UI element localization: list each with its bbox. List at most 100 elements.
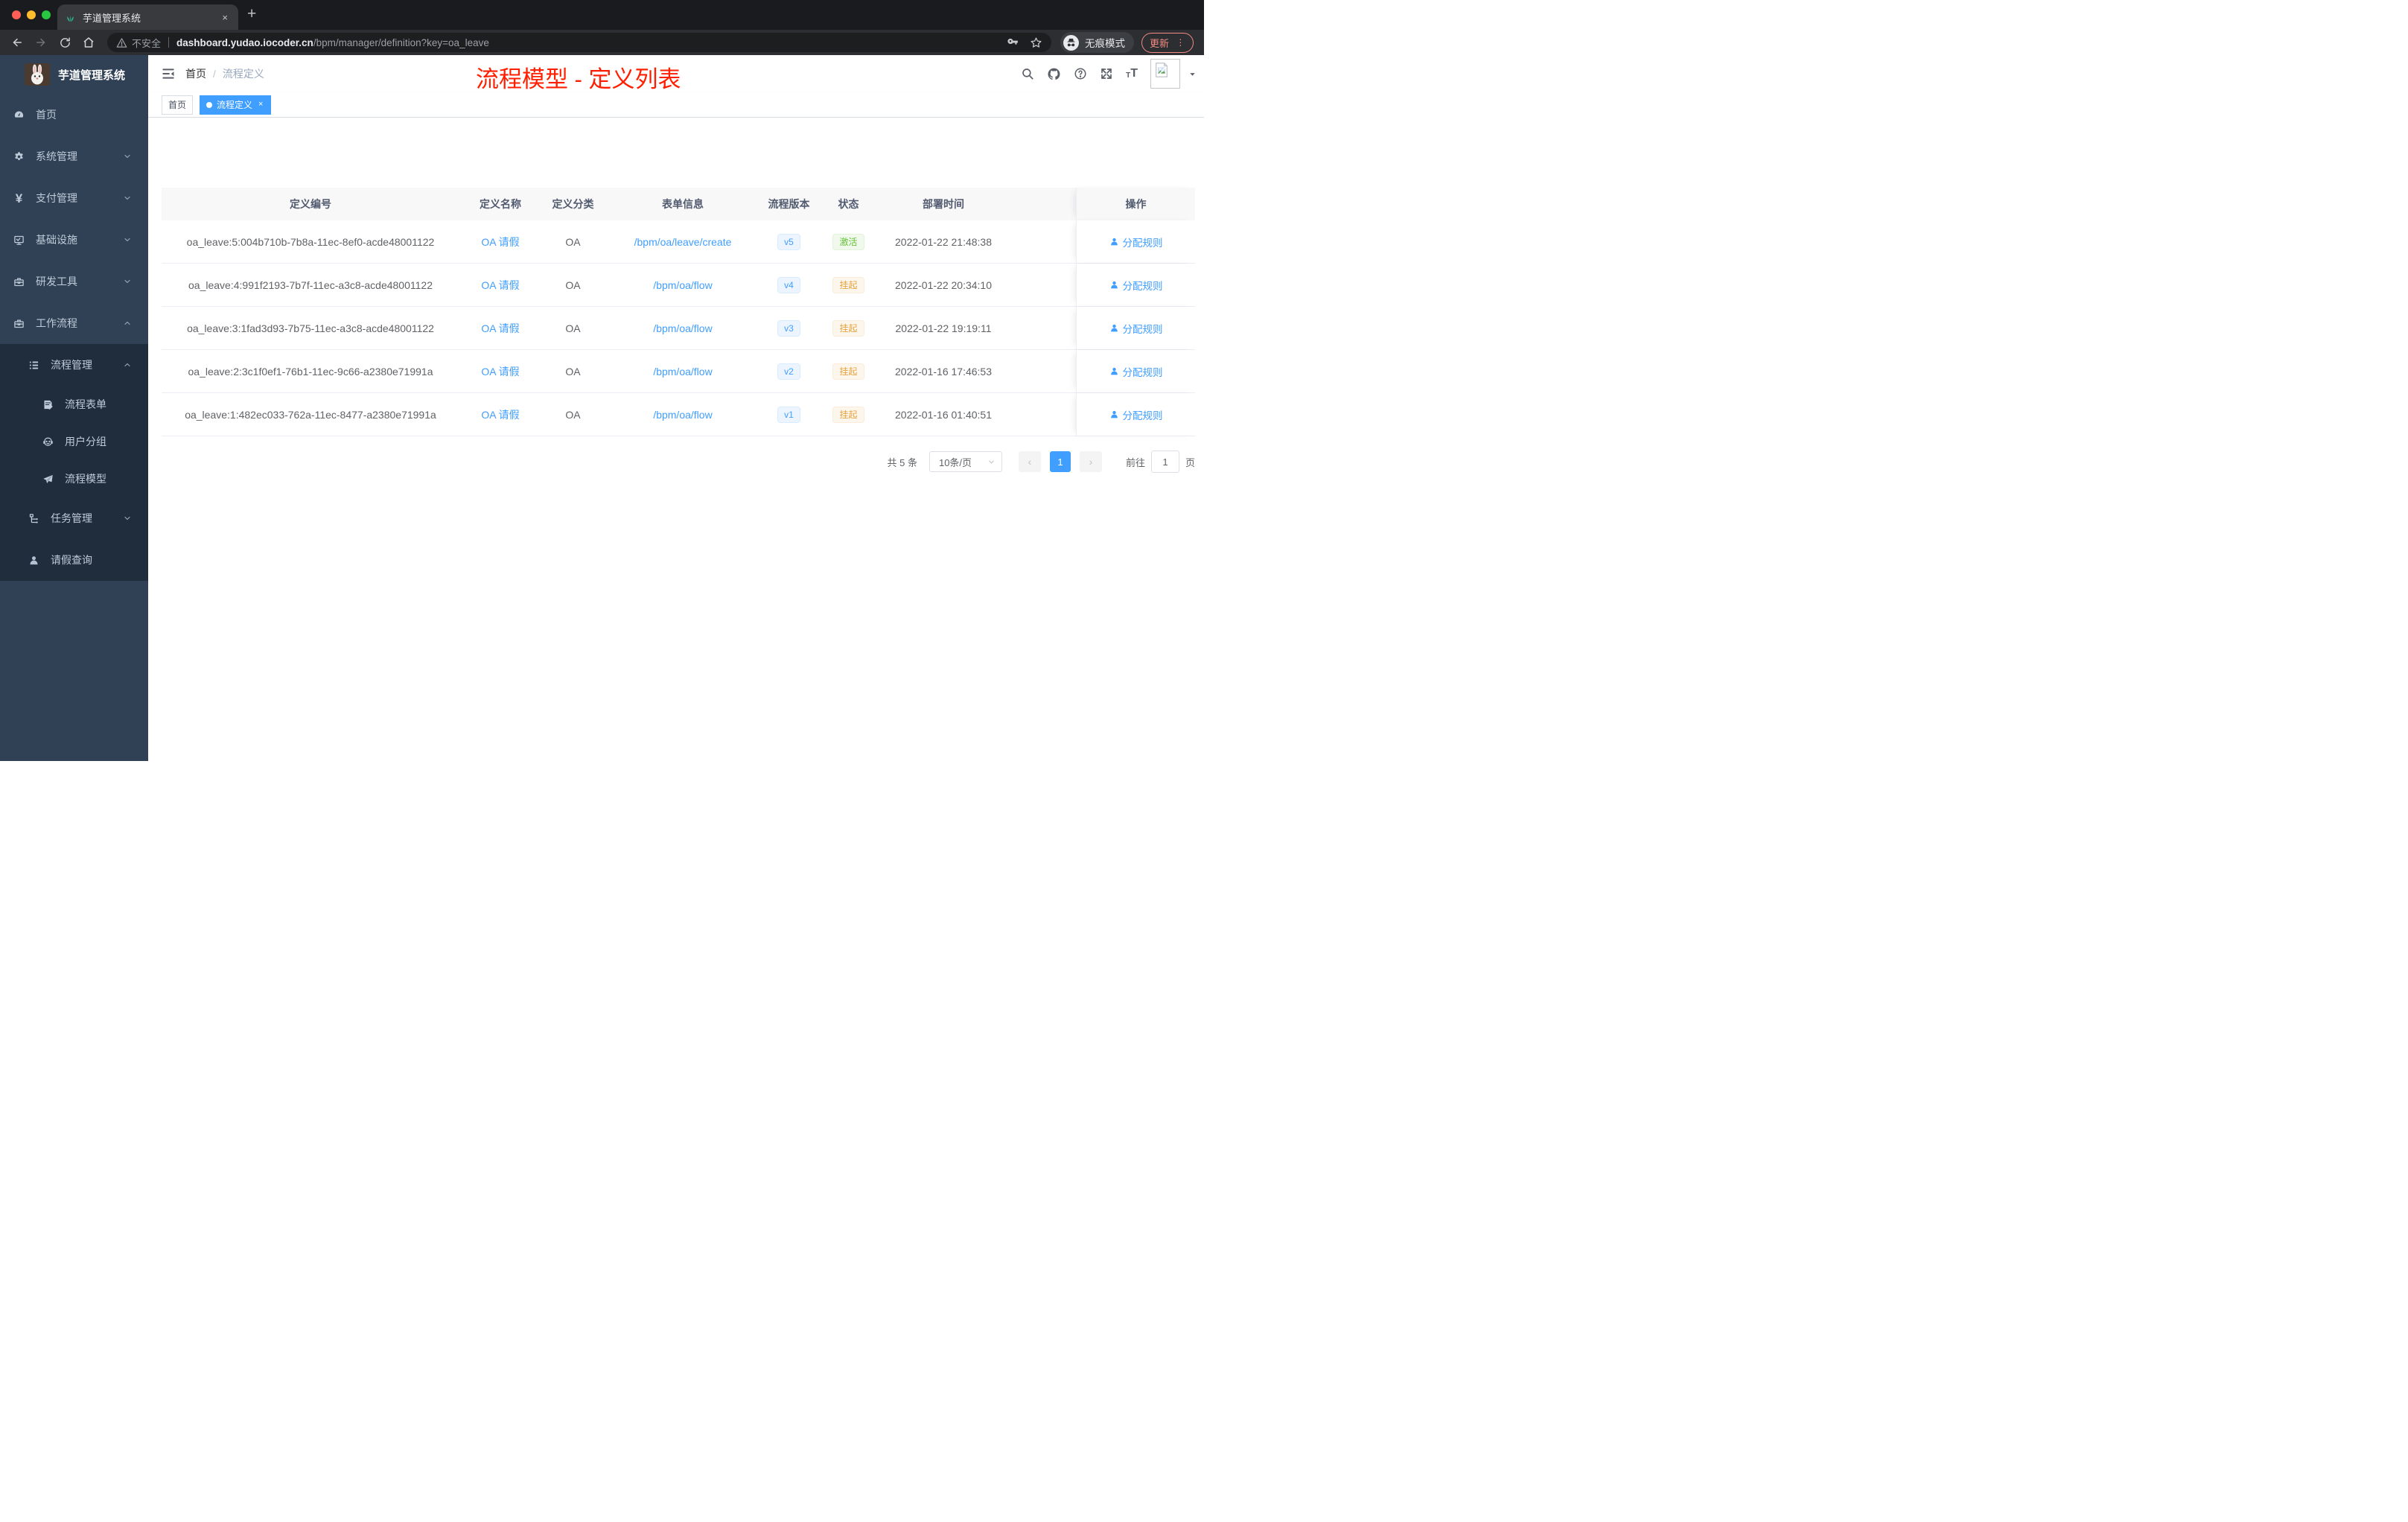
sidebar-item-workflow[interactable]: 工作流程 [0,302,148,344]
password-key-icon[interactable] [1007,36,1019,49]
assign-rule-button[interactable]: 分配规则 [1109,321,1163,336]
robot-face-icon [42,436,54,448]
tab-close-icon[interactable]: × [219,11,231,24]
goto-page-input[interactable] [1150,450,1179,473]
tag-process-definition[interactable]: 流程定义 × [200,95,272,115]
browser-menu-kebab-icon[interactable]: ⋮ [1176,38,1185,46]
definition-name-link[interactable]: OA 请假 [481,407,519,422]
search-icon[interactable] [1021,67,1034,80]
sidebar-item-infrastructure[interactable]: 基础设施 [0,219,148,261]
toolbox-icon [13,276,25,287]
address-bar[interactable]: 不安全 dashboard.yudao.iocoder.cn/bpm/manag… [107,33,1051,52]
page-size-select[interactable]: 10条/页 [929,451,1002,472]
breadcrumb-home[interactable]: 首页 [185,66,206,81]
definition-category: OA [565,278,581,291]
definition-id: oa_leave:2:3c1f0ef1-76b1-11ec-9c66-a2380… [188,365,433,378]
assign-rule-label: 分配规则 [1122,323,1163,335]
update-label: 更新 [1149,37,1169,49]
close-window-button[interactable] [12,10,21,19]
sidebar-logo[interactable]: 芋道管理系统 [0,55,148,94]
status-badge: 激活 [832,233,864,250]
next-page-button[interactable]: › [1079,451,1102,472]
back-button[interactable] [7,33,27,52]
browser-window: 芋道管理系统 × + 不安全 dashboard.yudao.iocoder.c… [0,0,1204,761]
user-icon [28,555,39,566]
assign-rule-button[interactable]: 分配规则 [1109,235,1163,249]
sidebar-item-task-mgmt[interactable]: 任务管理 [0,497,148,539]
form-info-link[interactable]: /bpm/oa/leave/create [634,236,732,248]
sidebar-item-process-model[interactable]: 流程模型 [0,460,148,497]
sidebar-item-label: 用户分组 [65,436,106,448]
home-button[interactable] [79,33,98,52]
definition-name-link[interactable]: OA 请假 [481,364,519,379]
definition-id: oa_leave:1:482ec033-762a-11ec-8477-a2380… [185,408,436,421]
sidebar-item-system[interactable]: 系统管理 [0,136,148,177]
sidebar-item-process-form[interactable]: 流程表单 [0,386,148,423]
avatar-caret-down-icon[interactable] [1188,70,1197,78]
security-label[interactable]: 不安全 [132,36,161,50]
form-info-link[interactable]: /bpm/oa/flow [653,366,712,378]
sidebar-item-user-group[interactable]: 用户分组 [0,423,148,460]
fullscreen-icon[interactable] [1100,67,1113,80]
definition-id: oa_leave:3:1fad3d93-7b75-11ec-a3c8-acde4… [187,322,434,334]
form-info-link[interactable]: /bpm/oa/flow [653,409,712,421]
form-info-link[interactable]: /bpm/oa/flow [653,322,712,334]
flow-tree-icon [28,513,39,524]
assign-rule-button[interactable]: 分配规则 [1109,364,1163,379]
sidebar-item-home[interactable]: 首页 [0,94,148,136]
page-number-button[interactable]: 1 [1049,451,1071,472]
column-header: 定义编号 [290,198,331,210]
column-header: 流程版本 [768,198,810,210]
url-path: /bpm/manager/definition?key=oa_leave [313,36,489,48]
zoom-window-button[interactable] [42,10,51,19]
forward-button[interactable] [31,33,51,52]
font-size-icon[interactable]: TT [1126,68,1138,80]
sidebar-item-payment[interactable]: ¥ 支付管理 [0,177,148,219]
sidebar-item-dev-tools[interactable]: 研发工具 [0,261,148,302]
sidebar-toggle-icon[interactable] [160,66,176,82]
tags-view-bar: 首页 流程定义 × [148,92,1204,118]
definition-name-link[interactable]: OA 请假 [481,278,519,293]
assign-rule-button[interactable]: 分配规则 [1109,278,1163,293]
briefcase-icon [13,318,25,329]
tag-home[interactable]: 首页 [162,95,194,115]
bookmark-star-icon[interactable] [1030,36,1042,49]
prev-page-button[interactable]: ‹ [1018,451,1041,472]
table-row: oa_leave:1:482ec033-762a-11ec-8477-a2380… [162,393,1195,436]
url-text[interactable]: dashboard.yudao.iocoder.cn/bpm/manager/d… [176,37,999,48]
sidebar-item-leave-query[interactable]: 请假查询 [0,539,148,581]
tag-close-icon[interactable]: × [258,101,263,109]
breadcrumb-current: 流程定义 [222,68,264,80]
sidebar-item-process-mgmt[interactable]: 流程管理 [0,344,148,386]
definition-name-link[interactable]: OA 请假 [481,321,519,336]
assign-rule-button[interactable]: 分配规则 [1109,407,1163,422]
app-navbar: 首页 / 流程定义 流程模型 - 定义列表 T T [148,55,1204,92]
version-badge: v1 [777,406,800,423]
sidebar-item-label: 支付管理 [36,192,77,204]
form-info-link[interactable]: /bpm/oa/flow [653,279,712,291]
sidebar-item-label: 任务管理 [51,512,92,524]
form-edit-icon [42,399,54,410]
new-tab-button[interactable]: + [247,6,256,22]
security-warning-icon[interactable] [116,37,127,48]
github-icon[interactable] [1047,67,1061,81]
column-header: 操作 [1076,188,1195,220]
page-annotation-title: 流程模型 - 定义列表 [476,66,681,92]
active-tag-dot [206,101,213,108]
sidebar-item-label: 流程模型 [65,473,106,485]
browser-tab[interactable]: 芋道管理系统 × [57,4,238,30]
app-logo-avatar [25,63,50,86]
deploy-time: 2022-01-22 20:34:10 [895,278,992,291]
paper-plane-icon [42,474,54,485]
chevron-up-icon [123,319,132,328]
definition-name-link[interactable]: OA 请假 [481,235,519,249]
minimize-window-button[interactable] [27,10,36,19]
reload-button[interactable] [55,33,74,52]
version-badge: v4 [777,276,800,293]
tag-label: 首页 [168,100,187,110]
user-avatar-broken-image[interactable] [1150,59,1180,89]
browser-update-button[interactable]: 更新 ⋮ [1141,32,1194,53]
help-icon[interactable] [1074,67,1087,80]
assign-rule-label: 分配规则 [1122,410,1163,421]
yen-icon: ¥ [15,191,23,206]
